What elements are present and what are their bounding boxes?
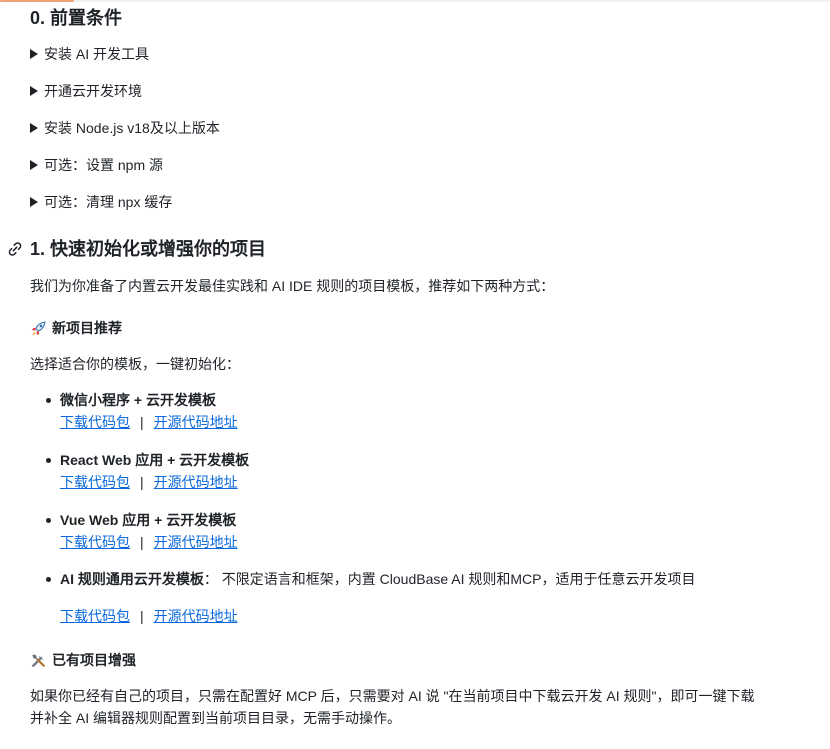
section1-heading: 1. 快速初始化或增强你的项目 [30,239,267,259]
existing-project-heading-row: 已有项目增强 [30,650,136,670]
top-accent-bar [0,0,74,2]
expand-triangle-icon [30,123,38,133]
download-package-link[interactable]: 下载代码包 [60,608,130,624]
template-title-miniprogram: 微信小程序 + 云开发模板 [60,390,216,410]
template-title-ai-rules: AI 规则通用云开发模板： 不限定语言和框架，内置 CloudBase AI 规… [60,569,696,589]
new-project-heading-row: 新项目推荐 [30,318,122,338]
top-scroll-bar [0,0,830,2]
expand-triangle-icon [30,49,38,59]
list-bullet [46,398,51,403]
template-links-react: 下载代码包 | 开源代码地址 [60,472,238,492]
expand-triangle-icon [30,160,38,170]
list-bullet [46,577,51,582]
section0-heading: 0. 前置条件 [30,8,123,28]
tools-icon [32,653,45,667]
source-code-link[interactable]: 开源代码地址 [154,474,238,490]
link-separator: | [140,414,144,430]
details-label: 安装 AI 开发工具 [44,46,150,62]
section1-intro: 我们为你准备了内置云开发最佳实践和 AI IDE 规则的项目模板，推荐如下两种方… [30,278,555,294]
new-project-heading: 新项目推荐 [52,320,122,336]
expand-triangle-icon [30,86,38,96]
link-separator: | [140,534,144,550]
template-links-vue: 下载代码包 | 开源代码地址 [60,532,238,552]
list-bullet [46,518,51,523]
anchor-link-icon[interactable] [6,240,24,258]
existing-project-text-line2: 并补全 AI 编辑器规则配置到当前项目目录，无需手动操作。 [30,710,402,726]
expand-triangle-icon [30,197,38,207]
link-separator: | [140,474,144,490]
details-label: 开通云开发环境 [44,83,142,99]
new-project-intro: 选择适合你的模板，一键初始化： [30,356,240,372]
template-links-ai-rules: 下载代码包 | 开源代码地址 [60,606,238,626]
details-label: 可选：清理 npx 缓存 [44,194,173,210]
details-open-env[interactable]: 开通云开发环境 [30,81,142,101]
download-package-link[interactable]: 下载代码包 [60,534,130,550]
details-install-ai-tools[interactable]: 安装 AI 开发工具 [30,44,149,64]
template-title-vue: Vue Web 应用 + 云开发模板 [60,510,236,530]
template-title: React Web 应用 + 云开发模板 [60,452,250,468]
source-code-link[interactable]: 开源代码地址 [154,414,238,430]
details-clear-npx[interactable]: 可选：清理 npx 缓存 [30,192,172,212]
details-label: 可选：设置 npm 源 [44,157,164,173]
details-label: 安装 Node.js v18及以上版本 [44,120,220,136]
template-title: Vue Web 应用 + 云开发模板 [60,512,237,528]
template-desc: ： 不限定语言和框架，内置 CloudBase AI 规则和MCP，适用于任意云… [203,571,696,587]
existing-project-heading: 已有项目增强 [52,652,136,668]
source-code-link[interactable]: 开源代码地址 [154,608,238,624]
link-separator: | [140,608,144,624]
details-install-node[interactable]: 安装 Node.js v18及以上版本 [30,118,220,138]
template-title: AI 规则通用云开发模板 [60,571,204,587]
rocket-icon [31,321,46,335]
details-npm-source[interactable]: 可选：设置 npm 源 [30,155,163,175]
section1-heading-row: 1. 快速初始化或增强你的项目 [6,236,266,262]
list-bullet [46,458,51,463]
download-package-link[interactable]: 下载代码包 [60,414,130,430]
template-title-react: React Web 应用 + 云开发模板 [60,450,249,470]
template-links-miniprogram: 下载代码包 | 开源代码地址 [60,412,238,432]
download-package-link[interactable]: 下载代码包 [60,474,130,490]
source-code-link[interactable]: 开源代码地址 [154,534,238,550]
template-title: 微信小程序 + 云开发模板 [60,392,216,408]
existing-project-text-line1: 如果你已经有自己的项目，只需在配置好 MCP 后，只需要对 AI 说 "在当前项… [30,688,755,704]
